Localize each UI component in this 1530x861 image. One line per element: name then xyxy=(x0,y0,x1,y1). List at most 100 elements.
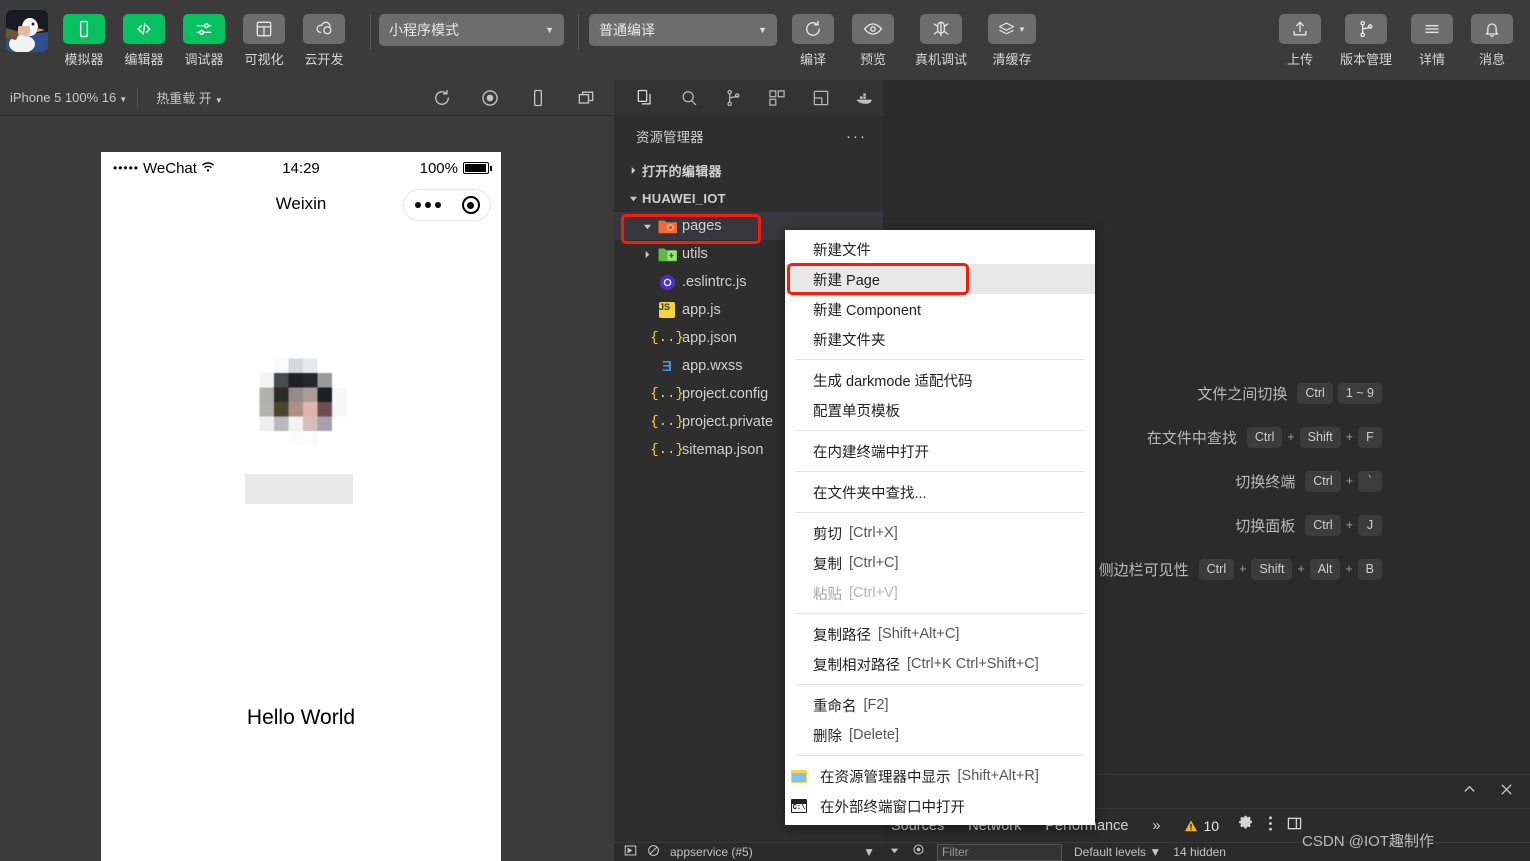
more-icon[interactable] xyxy=(414,202,441,208)
menu-item-reveal-in-explorer[interactable]: 在资源管理器中显示 [Shift+Alt+R] xyxy=(785,761,1095,791)
menu-item-new-page[interactable]: 新建 Page xyxy=(785,264,1095,294)
explorer-more-button[interactable]: ··· xyxy=(846,128,867,145)
extensions-icon[interactable] xyxy=(764,85,790,111)
menu-item-open-external-terminal[interactable]: C:\ 在外部终端窗口中打开 xyxy=(785,791,1095,821)
tree-section-open-editors[interactable]: 打开的编辑器 xyxy=(614,156,883,184)
key: Ctrl xyxy=(1198,558,1235,580)
menu-item-rename[interactable]: 重命名 [F2] xyxy=(785,690,1095,720)
toolbar-action-clearcache[interactable]: ▼ 清缓存 xyxy=(979,0,1045,68)
toolbar-button-editor[interactable]: 编辑器 xyxy=(114,0,174,68)
shortcut-name: 在文件中查找 xyxy=(1146,429,1237,447)
menu-item-label: 新建文件 xyxy=(813,242,871,259)
toolbar-button-debugger[interactable]: 调试器 xyxy=(174,0,234,68)
docker-icon[interactable] xyxy=(852,85,878,111)
toolbar-action-label: 预览 xyxy=(859,52,886,67)
close-icon[interactable] xyxy=(1499,782,1514,802)
menu-item-copy-relative-path[interactable]: 复制相对路径 [Ctrl+K Ctrl+Shift+C] xyxy=(785,649,1095,679)
menu-item-find-in-folder[interactable]: 在文件夹中查找... xyxy=(785,477,1095,507)
toolbar-action-upload[interactable]: 上传 xyxy=(1270,0,1330,68)
toolbar-action-compile[interactable]: 编译 xyxy=(783,0,843,68)
toolbar-action-realdevice[interactable]: 真机调试 xyxy=(903,0,979,68)
chevron-down-icon[interactable] xyxy=(889,843,900,861)
menu-item-delete[interactable]: 删除 [Delete] xyxy=(785,720,1095,750)
context-select[interactable]: appservice (#5) xyxy=(670,845,753,859)
capsule-button[interactable] xyxy=(403,189,491,221)
split-icon[interactable] xyxy=(808,85,834,111)
devtools-tab-overflow[interactable]: » xyxy=(1152,818,1160,834)
menu-item-config-single-page-template[interactable]: 配置单页模板 xyxy=(785,395,1095,425)
device-select[interactable]: iPhone 5 100% 16 ▼ xyxy=(0,90,137,105)
play-icon[interactable] xyxy=(624,844,637,860)
toolbar-action-detail[interactable]: 详情 xyxy=(1402,0,1462,68)
toolbar-button-simulator[interactable]: 模拟器 xyxy=(54,0,114,68)
search-icon[interactable] xyxy=(676,85,702,111)
warning-badge[interactable]: 10 xyxy=(1184,818,1219,834)
device-icon[interactable] xyxy=(528,88,548,108)
phone-status-bar: ••••• WeChat 14:29 100% xyxy=(101,152,501,184)
tree-root-huawei-iot[interactable]: HUAWEI_IOT xyxy=(614,184,883,212)
menu-item-new-folder[interactable]: 新建文件夹 xyxy=(785,324,1095,354)
menu-item-accel: [Ctrl+X] xyxy=(849,525,898,541)
menu-item-new-file[interactable]: 新建文件 xyxy=(785,234,1095,264)
files-icon[interactable] xyxy=(632,85,658,111)
phone-preview: ••••• WeChat 14:29 100% Weixin Hello Wor… xyxy=(101,152,501,861)
explorer-title: 资源管理器 xyxy=(636,130,704,145)
menu-item-generate-darkmode[interactable]: 生成 darkmode 适配代码 xyxy=(785,365,1095,395)
folder-utils-icon xyxy=(656,247,678,262)
warning-icon xyxy=(1185,819,1198,831)
toolbar-button-label: 调试器 xyxy=(184,52,224,67)
chevron-down-icon[interactable]: ▼ xyxy=(863,845,883,859)
menu-item-copy[interactable]: 复制 [Ctrl+C] xyxy=(785,548,1095,578)
menu-item-new-component[interactable]: 新建 Component xyxy=(785,294,1095,324)
filter-input[interactable]: Filter xyxy=(937,843,1062,861)
shortcut-keys: Ctrl + Shift + Alt + B xyxy=(1198,558,1382,580)
menu-item-open-in-integrated-terminal[interactable]: 在内建终端中打开 xyxy=(785,436,1095,466)
chevron-down-icon xyxy=(624,194,642,203)
toolbar-action-version[interactable]: 版本管理 xyxy=(1330,0,1402,68)
clear-console-icon[interactable] xyxy=(647,844,660,860)
json-icon: {..} xyxy=(650,442,684,458)
toolbar-action-label: 上传 xyxy=(1286,52,1313,67)
hotreload-select[interactable]: 热重载 开 ▼ xyxy=(138,88,233,107)
close-target-icon[interactable] xyxy=(461,196,480,214)
menu-item-label: 新建文件夹 xyxy=(813,332,886,349)
menu-item-copy-path[interactable]: 复制路径 [Shift+Alt+C] xyxy=(785,619,1095,649)
tree-label: project.config xyxy=(682,386,769,402)
toolbar-action-preview[interactable]: 预览 xyxy=(843,0,903,68)
toolbar-button-label: 编辑器 xyxy=(124,52,164,67)
refresh-icon[interactable] xyxy=(432,88,452,108)
tree-label: app.wxss xyxy=(682,358,743,374)
kebab-icon[interactable] xyxy=(1268,815,1273,837)
menu-item-cut[interactable]: 剪切 [Ctrl+X] xyxy=(785,518,1095,548)
avatar[interactable] xyxy=(6,10,48,52)
shortcut-name: 文件之间切换 xyxy=(1197,385,1288,403)
eye-slash-icon[interactable] xyxy=(912,843,925,861)
menu-item-label: 配置单页模板 xyxy=(813,403,900,420)
devtools-context-bar: appservice (#5) ▼ xyxy=(614,842,883,861)
status-time: 14:29 xyxy=(282,159,320,177)
dock-icon[interactable] xyxy=(1287,816,1302,836)
toolbar-button-cloud[interactable]: 云开发 xyxy=(294,0,354,68)
menu-item-label: 重命名 xyxy=(813,698,857,715)
shortcut-name: 侧边栏可见性 xyxy=(1098,561,1189,579)
mode-select[interactable]: 小程序模式 ▼ xyxy=(379,14,564,46)
mosaic-image xyxy=(245,344,361,460)
default-levels-select[interactable]: Default levels ▼ xyxy=(1074,845,1161,859)
chevron-right-icon xyxy=(638,250,656,259)
chevron-up-icon[interactable] xyxy=(1462,782,1477,802)
toolbar-action-message[interactable]: 消息 xyxy=(1462,0,1522,68)
branch-icon xyxy=(1345,14,1387,44)
menu-item-accel: [Delete] xyxy=(849,727,899,743)
toolbar-button-visual[interactable]: 可视化 xyxy=(234,0,294,68)
plus-separator: + xyxy=(1287,430,1295,444)
key: F xyxy=(1358,426,1382,448)
gear-icon[interactable] xyxy=(1237,815,1254,837)
compile-select[interactable]: 普通编译 ▼ xyxy=(589,14,777,46)
blurred-caption xyxy=(245,474,353,504)
chevron-down-icon: ▼ xyxy=(214,96,223,105)
phone-icon xyxy=(63,14,105,44)
simulator-pane: ••••• WeChat 14:29 100% Weixin Hello Wor… xyxy=(0,116,614,861)
windows-icon[interactable] xyxy=(576,88,596,108)
record-icon[interactable] xyxy=(480,88,500,108)
source-control-icon[interactable] xyxy=(720,85,746,111)
